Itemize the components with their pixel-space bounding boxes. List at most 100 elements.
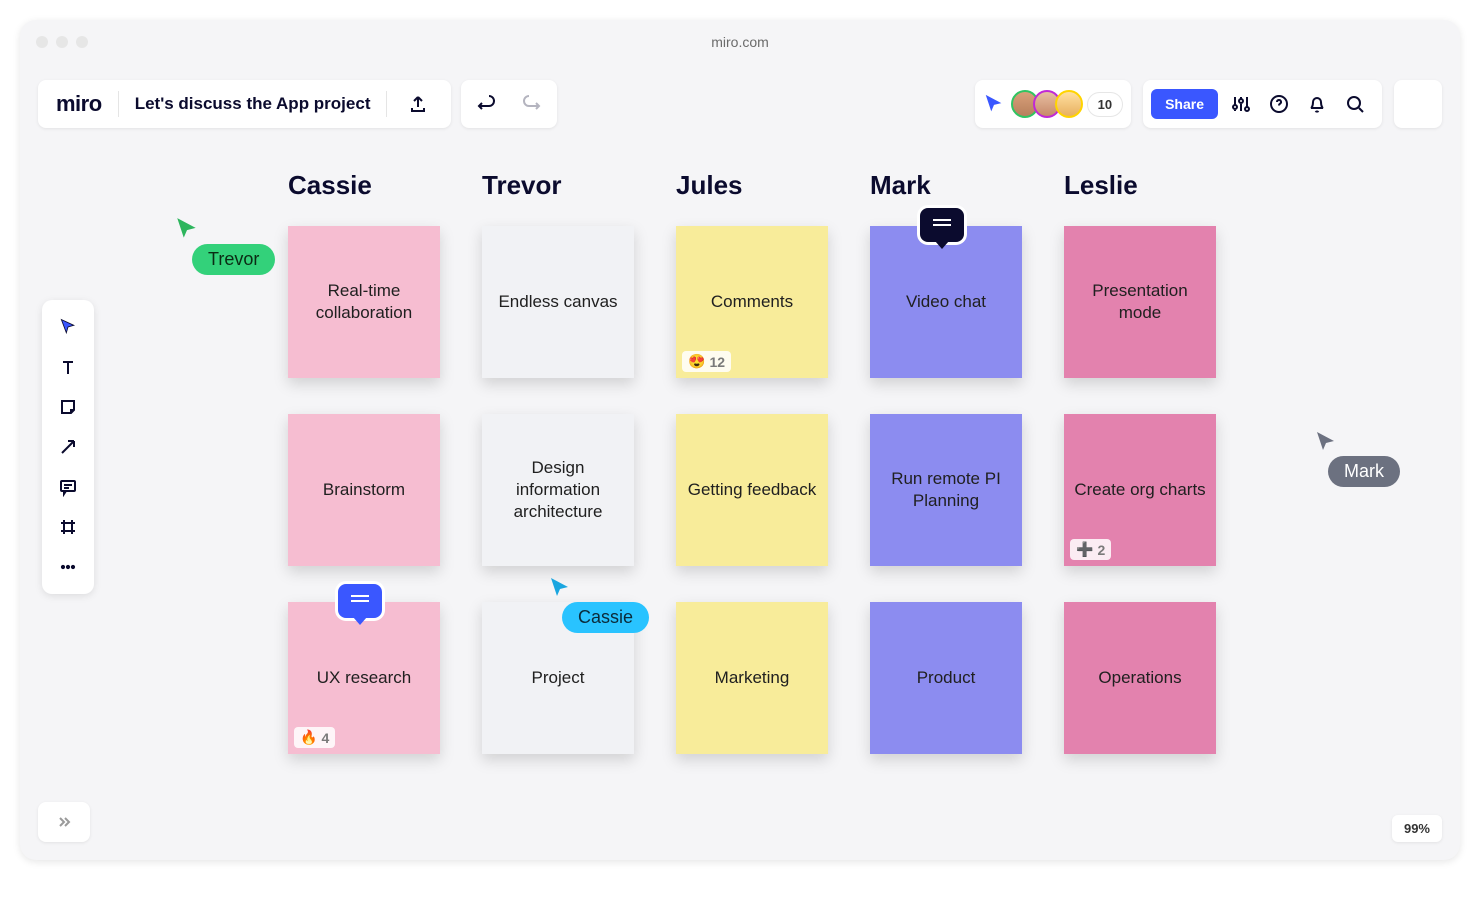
frame-tool[interactable] (48, 508, 88, 546)
sticky-text: Presentation mode (1074, 280, 1206, 324)
search-icon (1345, 94, 1365, 114)
column-header: Leslie (1064, 170, 1216, 206)
arrow-tool[interactable] (48, 428, 88, 466)
notifications-button[interactable] (1298, 82, 1336, 126)
chevrons-right-icon (54, 812, 74, 832)
divider (118, 91, 119, 117)
sticky-note[interactable]: Design information architecture (482, 414, 634, 566)
browser-url: miro.com (711, 34, 769, 50)
board-title[interactable]: Let's discuss the App project (135, 94, 371, 114)
bell-icon (1307, 94, 1327, 114)
cursor-icon (174, 216, 200, 242)
column: Jules Comments 😍12 Getting feedback Marketin… (676, 170, 828, 790)
sticky-note[interactable]: UX research 🔥4 (288, 602, 440, 754)
help-button[interactable] (1260, 82, 1298, 126)
sticky-note[interactable]: Product (870, 602, 1022, 754)
sticky-text: UX research (317, 667, 411, 689)
history-box (461, 80, 557, 128)
cursor-label: Mark (1328, 456, 1400, 487)
column: Leslie Presentation mode Create org charts… (1064, 170, 1216, 790)
browser-titlebar: miro.com (20, 20, 1460, 64)
sticky-text: Product (917, 667, 976, 689)
presence-count[interactable]: 10 (1087, 92, 1123, 117)
sticky-tool[interactable] (48, 388, 88, 426)
minimap-toggle[interactable] (38, 802, 90, 842)
cursor-icon (548, 576, 572, 600)
panel-toggle-button[interactable] (1394, 80, 1442, 128)
cursor-icon (1314, 430, 1338, 454)
presence-box: 10 (975, 80, 1131, 128)
sticky-note[interactable]: Real-time collaboration (288, 226, 440, 378)
export-button[interactable] (403, 82, 433, 126)
sticky-text: Brainstorm (323, 479, 405, 501)
collaborator-cursor-mark: Mark (1314, 430, 1400, 487)
column: CassieReal-time collaborationBrainstormU… (288, 170, 440, 790)
search-button[interactable] (1336, 82, 1374, 126)
brand-logo: miro (56, 91, 102, 117)
sticky-text: Operations (1098, 667, 1181, 689)
actions-box: Share (1143, 80, 1382, 128)
reaction-badge[interactable]: 🔥4 (294, 727, 335, 748)
sticky-text: Real-time collaboration (298, 280, 430, 324)
sticky-note[interactable]: Endless canvas (482, 226, 634, 378)
text-icon (58, 357, 78, 377)
settings-button[interactable] (1222, 82, 1260, 126)
redo-button[interactable] (509, 82, 553, 126)
sticky-text: Project (532, 667, 585, 689)
sticky-text: Video chat (906, 291, 986, 313)
divider (386, 91, 387, 117)
share-button[interactable]: Share (1151, 89, 1218, 119)
column: Mark Video chat Run remote PI Planning Prod… (870, 170, 1022, 790)
sticky-note[interactable]: Video chat (870, 226, 1022, 378)
sticky-note[interactable]: Brainstorm (288, 414, 440, 566)
sticky-text: Create org charts (1074, 479, 1205, 501)
top-right-toolbar: 10 Share (975, 80, 1442, 128)
select-tool[interactable] (48, 308, 88, 346)
tool-palette (42, 300, 94, 594)
undo-button[interactable] (465, 82, 509, 126)
comment-bubble[interactable] (338, 584, 382, 618)
comment-bubble[interactable] (920, 208, 964, 242)
sticky-icon (58, 397, 78, 417)
sticky-text: Getting feedback (688, 479, 817, 501)
sticky-text: Run remote PI Planning (880, 468, 1012, 512)
more-icon (58, 557, 78, 577)
sticky-note[interactable]: Presentation mode (1064, 226, 1216, 378)
sticky-note[interactable]: Operations (1064, 602, 1216, 754)
reaction-badge[interactable]: 😍12 (682, 351, 731, 372)
column-header: Jules (676, 170, 828, 206)
board-canvas[interactable]: Cassie Real-time collaboration Brainstorm U… (288, 170, 1216, 790)
reaction-badge[interactable]: ➕2 (1070, 539, 1111, 560)
frame-icon (58, 517, 78, 537)
comment-icon (58, 477, 78, 497)
help-icon (1269, 94, 1289, 114)
app-window: miro.com miro Let's discuss the App proj… (20, 20, 1460, 860)
window-controls[interactable] (36, 36, 88, 48)
zoom-level[interactable]: 99% (1392, 815, 1442, 842)
cursor-label: Cassie (562, 602, 649, 633)
comment-tool[interactable] (48, 468, 88, 506)
undo-icon (477, 94, 497, 114)
text-tool[interactable] (48, 348, 88, 386)
cursor-label: Trevor (192, 244, 275, 275)
avatar[interactable] (1055, 90, 1083, 118)
column-header: Trevor (482, 170, 634, 206)
sticky-note[interactable]: Comments 😍12 (676, 226, 828, 378)
top-left-toolbar: miro Let's discuss the App project (38, 80, 557, 128)
collaborator-cursor-cassie: Cassie (548, 576, 649, 633)
arrow-icon (58, 437, 78, 457)
sticky-note[interactable]: Getting feedback (676, 414, 828, 566)
sticky-note[interactable]: Run remote PI Planning (870, 414, 1022, 566)
brand-box: miro Let's discuss the App project (38, 80, 451, 128)
more-tools[interactable] (48, 548, 88, 586)
sticky-note[interactable]: Marketing (676, 602, 828, 754)
upload-icon (408, 94, 428, 114)
sticky-text: Comments (711, 291, 793, 313)
column-header: Mark (870, 170, 1022, 206)
sliders-icon (1231, 94, 1251, 114)
sticky-note[interactable]: Create org charts ➕2 (1064, 414, 1216, 566)
sticky-text: Marketing (715, 667, 790, 689)
redo-icon (521, 94, 541, 114)
cursor-follow-icon[interactable] (983, 93, 1005, 115)
column: Trevor Endless canvas Design information a… (482, 170, 634, 790)
